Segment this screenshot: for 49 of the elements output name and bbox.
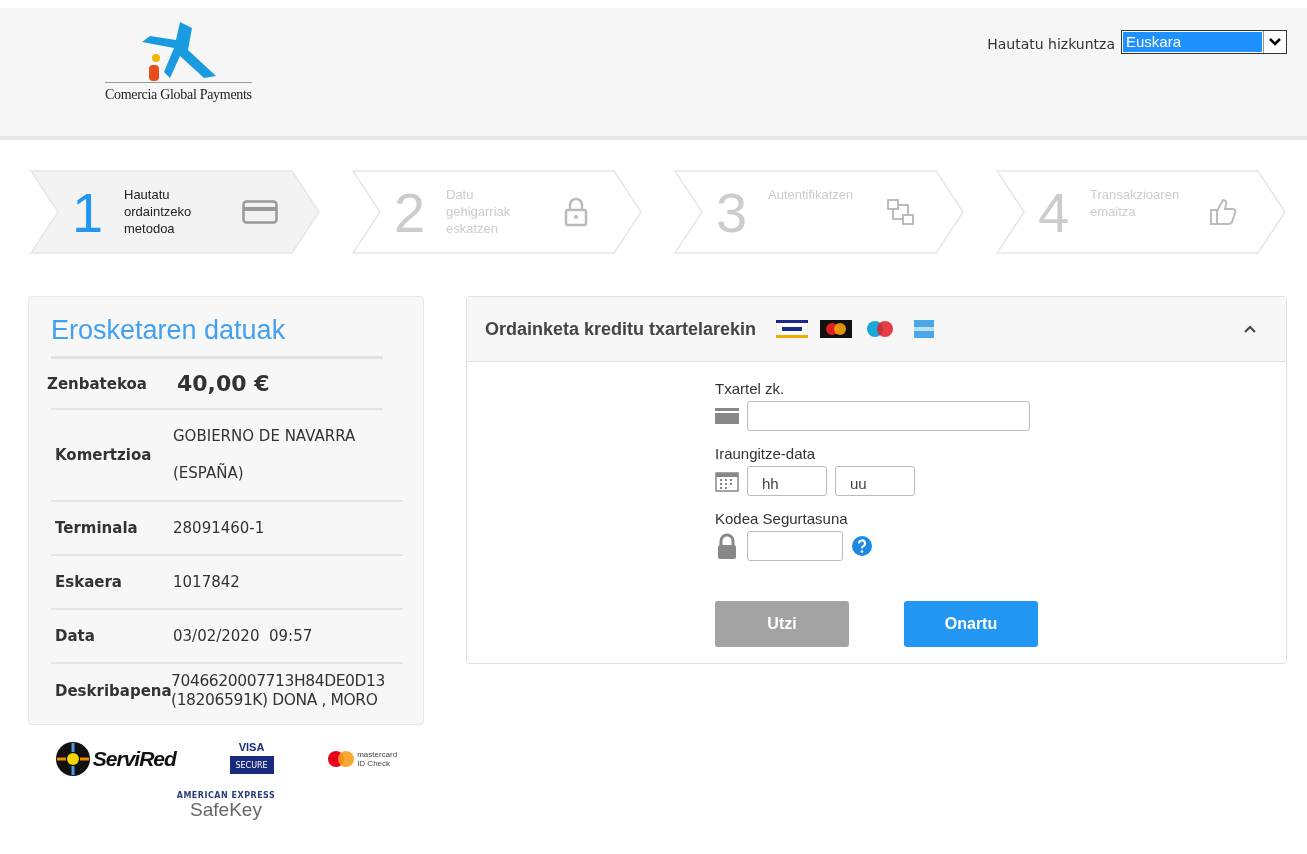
chevron-up-icon (1244, 325, 1256, 333)
help-icon[interactable] (851, 535, 873, 557)
card-logo-icon (820, 320, 853, 338)
field-label: Kodea Segurtasuna (715, 510, 849, 527)
step-label: Hautatu ordaintzeko metodoa (124, 186, 193, 237)
detail-value: 40,00 € (177, 371, 271, 396)
network-icon (886, 197, 916, 227)
detail-label: Deskribapena (55, 682, 171, 700)
detail-label: Zenbatekoa (47, 374, 148, 393)
detail-label: Data (55, 627, 96, 645)
safekey-logo-text: SafeKey (190, 800, 262, 820)
caret-icon (1269, 38, 1281, 46)
logo-text: Comercia Global Payments (105, 82, 252, 103)
detail-label: Eskaera (55, 573, 123, 591)
year-field[interactable]: uu (835, 466, 915, 496)
step-number: 1 (72, 179, 105, 245)
servired-logo-text: ServiRed (92, 747, 176, 771)
thumbs-up-icon (1208, 197, 1238, 227)
detail-value: 03/02/2020 09:57 (173, 627, 314, 645)
calendar-icon (715, 470, 739, 492)
month-field[interactable]: hh (747, 466, 827, 496)
card-number-field[interactable] (747, 401, 1030, 431)
field-label: Iraungitze-data (715, 445, 817, 462)
detail-label: Terminala (55, 519, 139, 537)
id-check-text: ID Check (357, 759, 392, 768)
detail-value: GOBIERNO DE NAVARRA (ESPAÑA) (173, 426, 357, 484)
credit-card-icon (715, 408, 739, 424)
lock-icon (715, 532, 739, 560)
language-label: Hautatu hizkuntza (987, 35, 1115, 52)
circles-logo-icon (327, 750, 356, 768)
detail-value: 1017842 (173, 573, 241, 591)
panel-title: Ordainketa kreditu txartelarekin (485, 318, 757, 340)
language-select[interactable]: Euskara (1121, 30, 1287, 54)
security-code-field[interactable] (747, 531, 843, 561)
detail-value: 28091460-1 (173, 519, 266, 537)
lock-icon (564, 197, 588, 227)
secure-badge: SECURE (229, 756, 274, 774)
visa-logo-text: VISA (238, 741, 265, 753)
card-logo-icon (776, 320, 809, 338)
accept-button[interactable]: Onartu (904, 601, 1038, 647)
card-title: Erosketaren datuak (51, 315, 383, 359)
detail-label: Komertzioa (55, 446, 153, 464)
detail-value: 7046620007713H84DE0D13 (18206591K) DONA , MORO (171, 672, 387, 710)
servired-logo-icon (54, 741, 91, 777)
field-label: Txartel zk. (715, 380, 786, 397)
collapse-button[interactable] (1242, 323, 1258, 335)
credit-card-icon (242, 200, 278, 224)
mastercard-logo-text: mastercard (357, 750, 398, 759)
amex-logo-text: AMERICAN EXPRESS (176, 791, 276, 800)
